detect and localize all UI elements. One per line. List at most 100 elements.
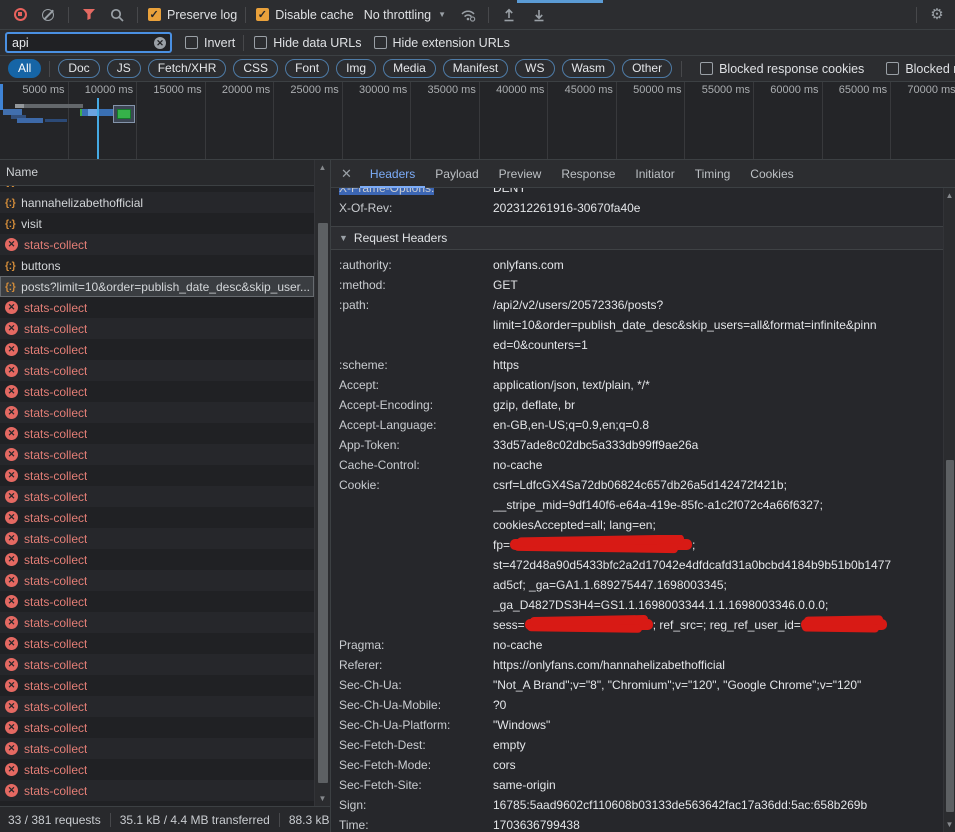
header-row: Accept-Encoding:gzip, deflate, br — [331, 395, 943, 415]
export-har-button[interactable] — [527, 3, 551, 27]
request-row-selected[interactable]: {:}posts?limit=10&order=publish_date_des… — [0, 276, 314, 297]
filter-pill-img[interactable]: Img — [336, 59, 376, 78]
filter-toggle-button[interactable] — [77, 3, 101, 27]
timeline-cursor-line[interactable] — [97, 98, 99, 160]
request-row[interactable]: ✕stats-collect — [0, 507, 314, 528]
request-row[interactable]: ✕stats-collect — [0, 360, 314, 381]
filter-input[interactable]: api ✕ — [6, 33, 171, 52]
tab-cookies[interactable]: Cookies — [740, 160, 803, 188]
request-row[interactable]: ✕stats-collect — [0, 612, 314, 633]
checkbox[interactable] — [700, 62, 713, 75]
filter-pill-doc[interactable]: Doc — [58, 59, 99, 78]
hide-extension-urls-checkbox[interactable] — [374, 36, 387, 49]
timeline-tick: 50000 ms — [617, 82, 686, 159]
request-row[interactable]: ✕stats-collect — [0, 423, 314, 444]
search-button[interactable] — [105, 3, 129, 27]
request-row[interactable]: ✕stats-collect — [0, 696, 314, 717]
filter-pill-other[interactable]: Other — [622, 59, 672, 78]
request-row[interactable]: ✕stats-collect — [0, 780, 314, 801]
request-headers-section-header[interactable]: ▼Request Headers — [331, 226, 943, 250]
settings-button[interactable]: ⚙ — [925, 3, 949, 27]
header-value-line: en-GB,en-US;q=0.9,en;q=0.8 — [493, 415, 935, 435]
invert-checkbox[interactable] — [185, 36, 198, 49]
request-row[interactable]: {:}visit — [0, 213, 314, 234]
throttling-dropdown[interactable]: No throttling ▼ — [364, 8, 446, 22]
filter-pill-js[interactable]: JS — [107, 59, 141, 78]
header-name: Accept-Encoding: — [331, 395, 493, 415]
devtools-network-panel: Preserve log Disable cache No throttling… — [0, 0, 955, 832]
request-row[interactable]: ✕stats-collect — [0, 339, 314, 360]
network-conditions-button[interactable] — [456, 3, 480, 27]
tab-payload[interactable]: Payload — [425, 160, 488, 188]
tab-timing[interactable]: Timing — [685, 160, 741, 188]
disable-cache-checkbox[interactable] — [256, 8, 269, 21]
header-value: 16785:5aad9602cf110608b03133de563642fac1… — [493, 795, 943, 815]
tab-initiator[interactable]: Initiator — [625, 160, 684, 188]
scrollbar-thumb[interactable] — [946, 460, 954, 812]
blocked-response-cookies-toggle[interactable]: Blocked response cookies — [700, 62, 864, 76]
request-row[interactable]: {:}hannahelizabethofficial — [0, 192, 314, 213]
hide-data-urls-checkbox[interactable] — [254, 36, 267, 49]
header-name: Cache-Control: — [331, 455, 493, 475]
hide-extension-urls-toggle[interactable]: Hide extension URLs — [374, 36, 510, 50]
request-row[interactable]: ✕stats-collect — [0, 633, 314, 654]
request-row[interactable]: ✕stats-collect — [0, 738, 314, 759]
import-har-button[interactable] — [497, 3, 521, 27]
request-row[interactable]: ✕stats-collect — [0, 234, 314, 255]
json-request-icon: {:} — [5, 218, 15, 230]
header-value: 1703636799438 — [493, 815, 943, 832]
request-row[interactable]: ✕stats-collect — [0, 297, 314, 318]
disable-cache-toggle[interactable]: Disable cache — [256, 8, 354, 22]
filter-pill-all[interactable]: All — [8, 59, 41, 78]
scroll-down-icon[interactable]: ▼ — [315, 794, 330, 803]
scroll-up-icon[interactable]: ▲ — [315, 163, 330, 172]
request-row[interactable]: {:}buttons — [0, 255, 314, 276]
detail-scrollbar[interactable]: ▲ ▼ — [943, 188, 955, 832]
preserve-log-checkbox[interactable] — [148, 8, 161, 21]
request-row[interactable]: ✕stats-collect — [0, 402, 314, 423]
header-name: Sec-Ch-Ua-Mobile: — [331, 695, 493, 715]
clear-filter-icon[interactable]: ✕ — [154, 37, 166, 49]
request-row[interactable]: ✕stats-collect — [0, 318, 314, 339]
request-row[interactable]: ✕stats-collect — [0, 570, 314, 591]
request-row[interactable]: ✕stats-collect — [0, 486, 314, 507]
request-list-scrollbar[interactable]: ▲ ▼ — [314, 160, 330, 806]
filter-pill-css[interactable]: CSS — [233, 59, 278, 78]
request-row[interactable]: ✕stats-collect — [0, 759, 314, 780]
scroll-down-icon[interactable]: ▼ — [944, 820, 955, 829]
filter-pill-wasm[interactable]: Wasm — [562, 59, 616, 78]
request-row[interactable]: ✕stats-collect — [0, 675, 314, 696]
invert-toggle[interactable]: Invert — [185, 36, 235, 50]
filter-pill-fetch-xhr[interactable]: Fetch/XHR — [148, 59, 227, 78]
request-row[interactable]: ✕stats-collect — [0, 465, 314, 486]
request-row[interactable]: ✕stats-collect — [0, 654, 314, 675]
tab-preview[interactable]: Preview — [489, 160, 552, 188]
failed-request-icon: ✕ — [5, 511, 18, 524]
request-row[interactable]: ✕stats-collect — [0, 591, 314, 612]
request-row[interactable]: ✕stats-collect — [0, 549, 314, 570]
record-button[interactable] — [8, 3, 32, 27]
filter-pill-manifest[interactable]: Manifest — [443, 59, 508, 78]
header-value-line: same-origin — [493, 775, 935, 795]
network-overview-timeline[interactable]: 5000 ms10000 ms15000 ms20000 ms25000 ms3… — [0, 82, 955, 160]
hide-data-urls-toggle[interactable]: Hide data URLs — [254, 36, 361, 50]
filter-pill-font[interactable]: Font — [285, 59, 329, 78]
preserve-log-toggle[interactable]: Preserve log — [148, 8, 237, 22]
request-row[interactable]: ✕stats-collect — [0, 717, 314, 738]
tab-response[interactable]: Response — [551, 160, 625, 188]
close-detail-button[interactable]: ✕ — [339, 166, 360, 182]
blocked-requests-toggle[interactable]: Blocked requests — [886, 62, 955, 76]
header-value-line: __stripe_mid=9df140f6-e64a-419e-85fc-a1c… — [493, 495, 935, 515]
request-row[interactable]: ✕stats-collect — [0, 444, 314, 465]
tab-headers[interactable]: Headers — [360, 160, 425, 188]
filter-pill-media[interactable]: Media — [383, 59, 436, 78]
request-row[interactable]: ✕stats-collect — [0, 528, 314, 549]
name-column-header[interactable]: Name — [0, 160, 314, 186]
timeline-tick: 55000 ms — [685, 82, 754, 159]
request-row[interactable]: ✕stats-collect — [0, 381, 314, 402]
checkbox[interactable] — [886, 62, 899, 75]
clear-button[interactable] — [36, 3, 60, 27]
filter-pill-ws[interactable]: WS — [515, 59, 554, 78]
scrollbar-thumb[interactable] — [318, 223, 328, 783]
scroll-up-icon[interactable]: ▲ — [944, 191, 955, 200]
